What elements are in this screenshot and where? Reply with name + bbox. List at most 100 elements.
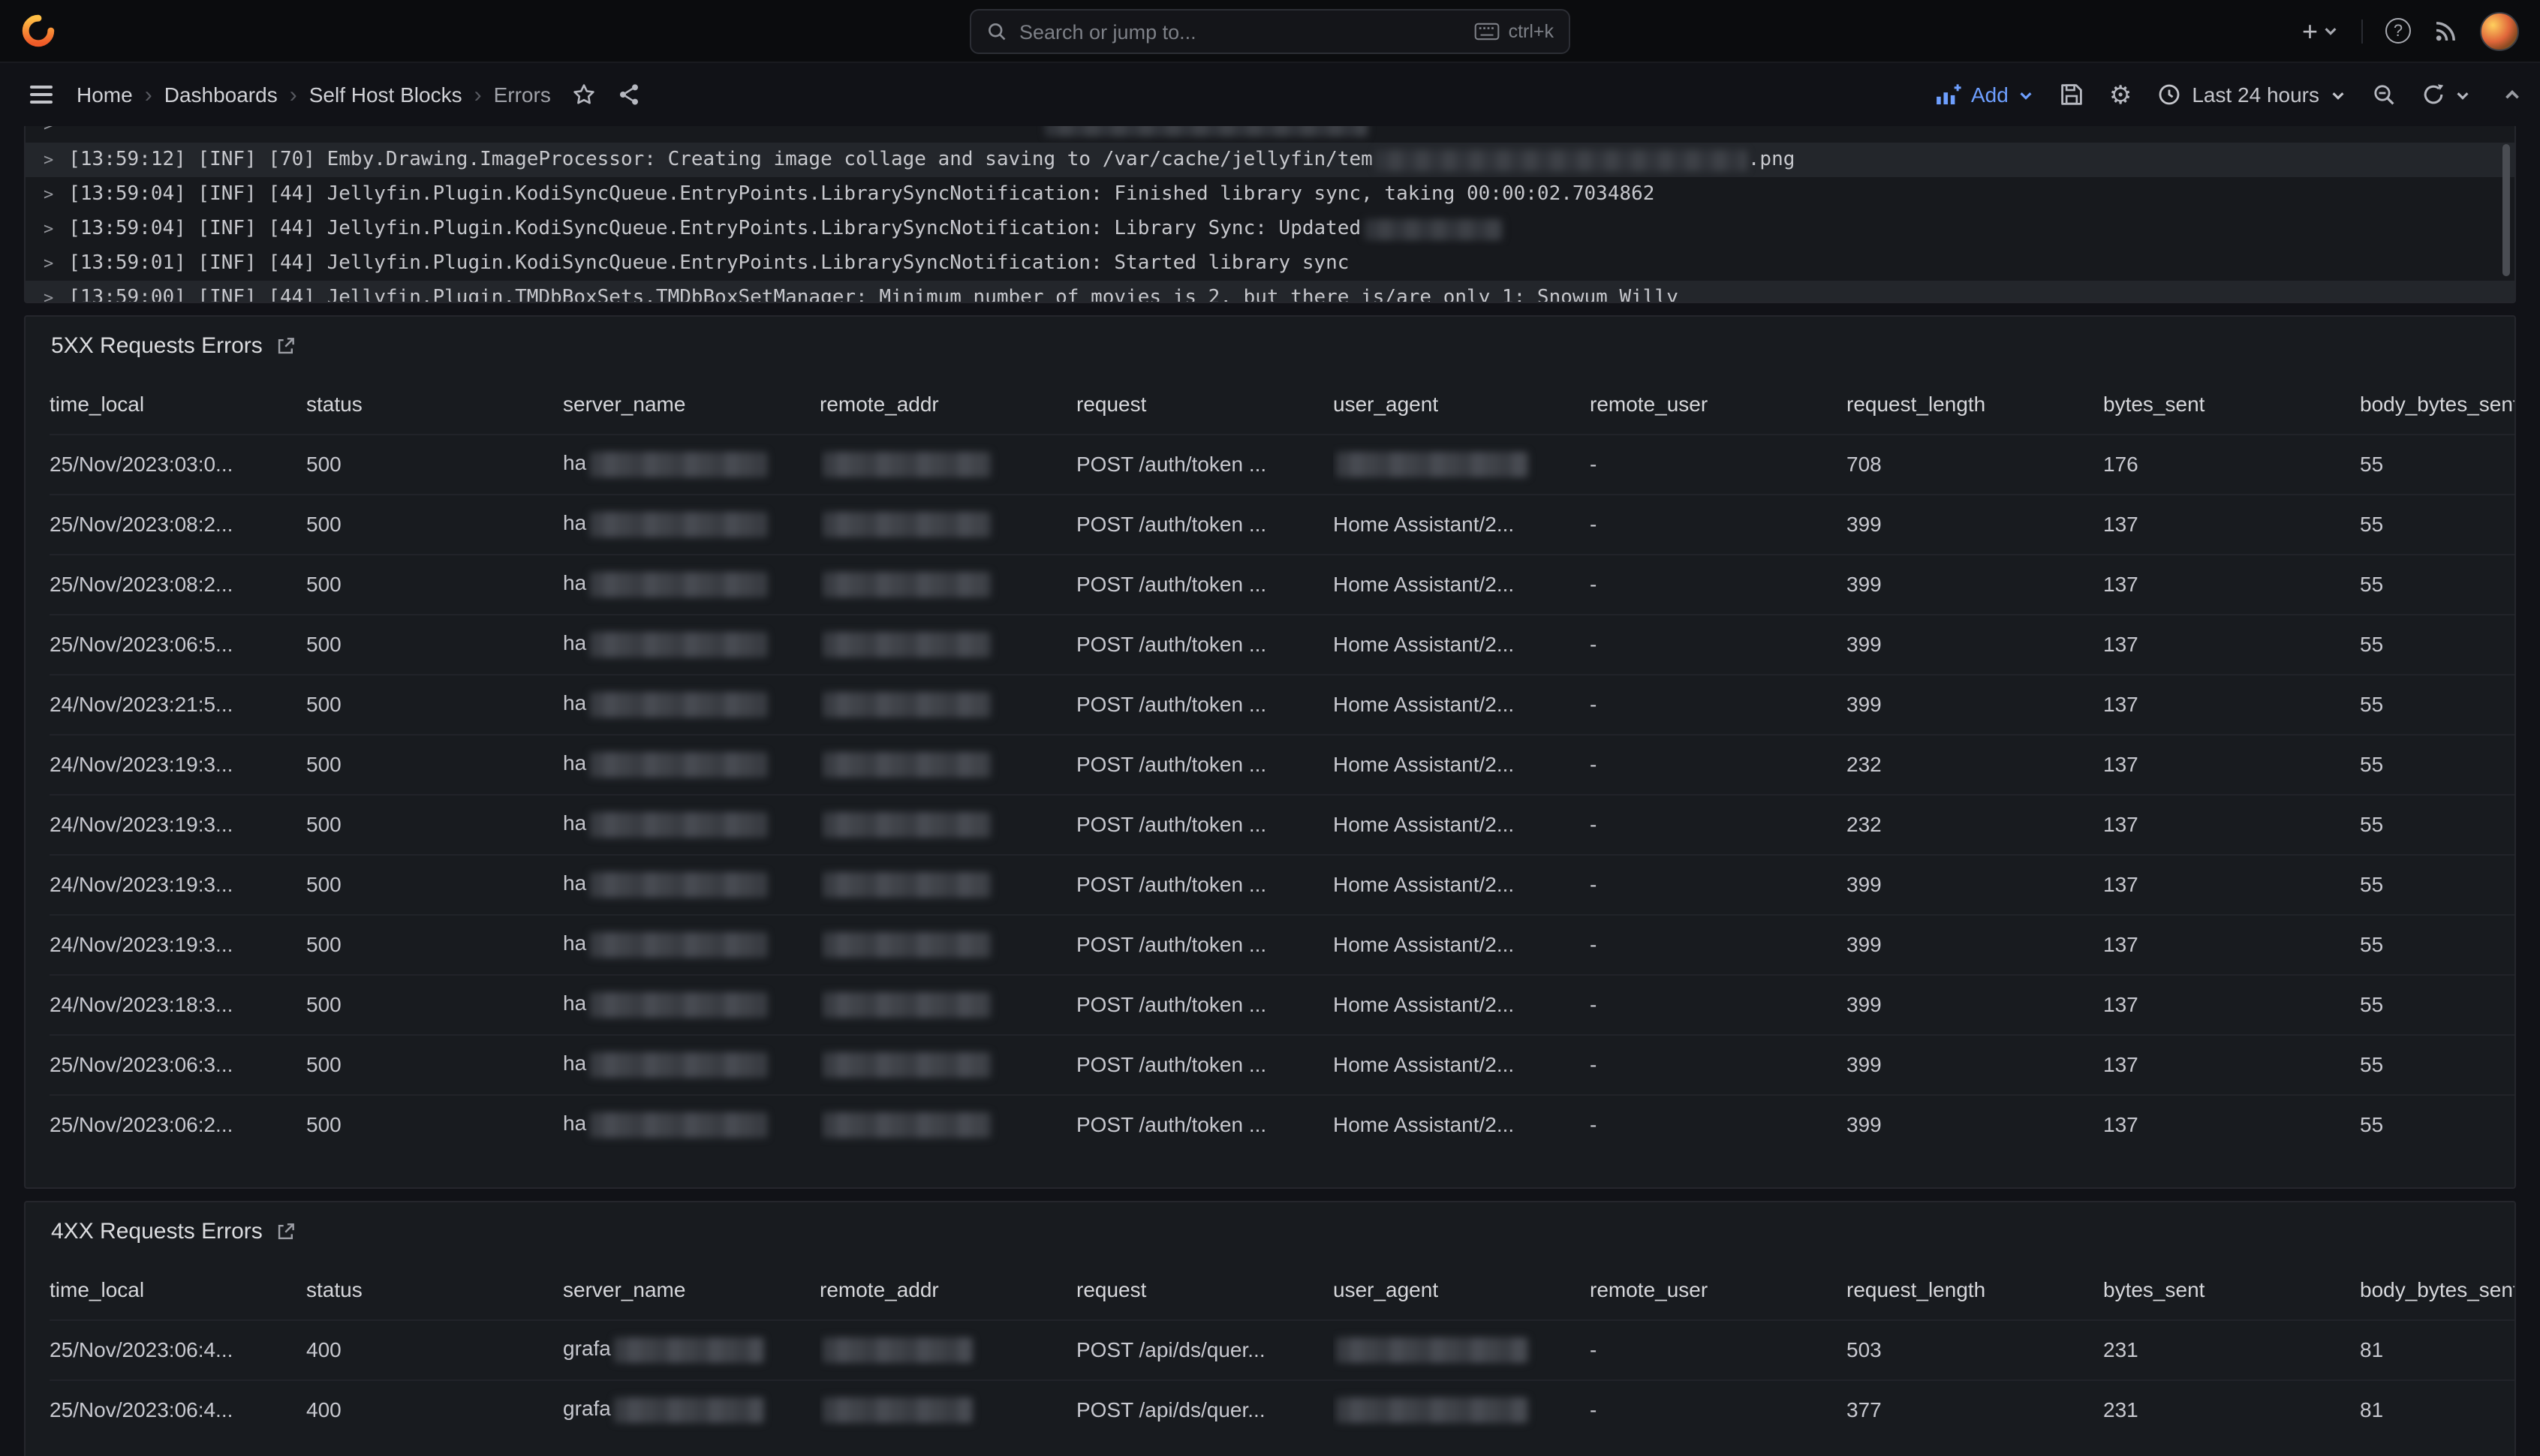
- refresh-interval-dropdown[interactable]: [2454, 86, 2471, 103]
- zoom-out-button[interactable]: [2372, 83, 2396, 107]
- chevron-right-icon[interactable]: >: [44, 185, 53, 204]
- table-cell: 55: [2360, 494, 2514, 554]
- table-cell: ha: [563, 1094, 820, 1154]
- table-cell: 399: [1846, 974, 2103, 1034]
- log-text: [13:59:04] [INF] [44] Jellyfin.Plugin.Ko…: [68, 218, 1361, 240]
- table-cell: Home Assistant/2...: [1333, 734, 1590, 794]
- table-cell: POST /auth/token ...: [1076, 854, 1333, 914]
- chevron-down-icon: [2018, 86, 2034, 103]
- panel-title[interactable]: 5XX Requests Errors: [51, 332, 263, 358]
- new-dropdown-button[interactable]: +: [2302, 17, 2339, 44]
- chevron-right-icon: ›: [290, 82, 297, 107]
- redacted-text: [589, 1112, 766, 1138]
- table-row: 25/Nov/2023:08:2...500haPOST /auth/token…: [50, 494, 2514, 554]
- column-header[interactable]: user_agent: [1333, 1259, 1590, 1319]
- column-header[interactable]: remote_user: [1590, 1259, 1846, 1319]
- table-row: 24/Nov/2023:19:3...500haPOST /auth/token…: [50, 734, 2514, 794]
- star-icon: [572, 83, 596, 107]
- chevron-right-icon[interactable]: >: [44, 254, 53, 273]
- column-header[interactable]: body_bytes_sent: [2360, 374, 2514, 434]
- panel-title[interactable]: 4XX Requests Errors: [51, 1218, 263, 1244]
- table-cell: Home Assistant/2...: [1333, 614, 1590, 674]
- refresh-button[interactable]: [2421, 83, 2445, 107]
- column-header[interactable]: request: [1076, 374, 1333, 434]
- column-header[interactable]: request_length: [1846, 374, 2103, 434]
- table-cell: 25/Nov/2023:08:2...: [50, 554, 306, 614]
- external-link-icon[interactable]: [276, 1221, 296, 1241]
- table-cell: 500: [306, 914, 563, 974]
- log-line[interactable]: >[13:59:00] [INF] [44] Jellyfin.Plugin.T…: [26, 281, 2514, 303]
- log-line[interactable]: >: [26, 126, 2514, 143]
- chevron-right-icon[interactable]: >: [44, 219, 53, 239]
- column-header[interactable]: status: [306, 1259, 563, 1319]
- search-input[interactable]: ctrl+k: [970, 9, 1570, 54]
- time-range-label: Last 24 hours: [2192, 83, 2319, 107]
- table-cell: -: [1590, 914, 1846, 974]
- breadcrumb-current: Errors: [494, 83, 551, 107]
- log-line[interactable]: >[13:59:12] [INF] [70] Emby.Drawing.Imag…: [26, 143, 2514, 177]
- column-header[interactable]: remote_addr: [820, 374, 1076, 434]
- add-panel-button[interactable]: Add: [1935, 83, 2034, 107]
- table-cell: [820, 674, 1076, 734]
- column-header[interactable]: request_length: [1846, 1259, 2103, 1319]
- cell-text: ha: [563, 630, 586, 654]
- column-header[interactable]: body_bytes_sent: [2360, 1259, 2514, 1319]
- help-button[interactable]: ?: [2385, 18, 2411, 44]
- table-header-row: time_localstatusserver_nameremote_addrre…: [50, 1259, 2514, 1319]
- redacted-text: [614, 1397, 764, 1423]
- panel-header[interactable]: 5XX Requests Errors: [26, 317, 2514, 374]
- log-line[interactable]: > [13:59:04] [INF] [44] Jellyfin.Plugin.K…: [26, 212, 2514, 246]
- collapse-toolbar-button[interactable]: [2502, 85, 2522, 104]
- chevron-right-icon[interactable]: >: [44, 126, 53, 135]
- table-wrap: time_localstatusserver_nameremote_addrre…: [50, 1259, 2514, 1456]
- column-header[interactable]: bytes_sent: [2103, 1259, 2360, 1319]
- cell-text: ha: [563, 871, 586, 895]
- table-cell: Home Assistant/2...: [1333, 674, 1590, 734]
- column-header[interactable]: remote_user: [1590, 374, 1846, 434]
- column-header[interactable]: status: [306, 374, 563, 434]
- share-button[interactable]: [617, 83, 641, 107]
- column-header[interactable]: server_name: [563, 374, 820, 434]
- table-row: 24/Nov/2023:19:3...500haPOST /auth/token…: [50, 794, 2514, 854]
- save-dashboard-button[interactable]: [2060, 83, 2084, 107]
- column-header[interactable]: time_local: [50, 1259, 306, 1319]
- table-cell: 137: [2103, 914, 2360, 974]
- table-cell: [820, 1034, 1076, 1094]
- column-header[interactable]: remote_addr: [820, 1259, 1076, 1319]
- news-button[interactable]: [2433, 19, 2457, 43]
- table-cell: ha: [563, 434, 820, 494]
- redacted-text: [589, 512, 766, 537]
- logs-scrollbar[interactable]: [2502, 144, 2510, 276]
- chevron-right-icon[interactable]: >: [44, 150, 53, 170]
- table-cell: 25/Nov/2023:06:2...: [50, 1094, 306, 1154]
- table-row: 24/Nov/2023:18:3...500haPOST /auth/token…: [50, 974, 2514, 1034]
- search-field[interactable]: [1019, 20, 1462, 43]
- menu-icon[interactable]: [18, 74, 65, 116]
- dashboard-settings-button[interactable]: ⚙: [2109, 82, 2132, 107]
- log-line[interactable]: >[13:59:01] [INF] [44] Jellyfin.Plugin.K…: [26, 246, 2514, 281]
- table-row: 25/Nov/2023:03:0...500haPOST /auth/token…: [50, 434, 2514, 494]
- breadcrumb-dashboards[interactable]: Dashboards: [164, 83, 278, 107]
- chevron-right-icon[interactable]: >: [44, 288, 53, 303]
- column-header[interactable]: bytes_sent: [2103, 374, 2360, 434]
- column-header[interactable]: user_agent: [1333, 374, 1590, 434]
- cell-text: ha: [563, 811, 586, 835]
- breadcrumb-home[interactable]: Home: [77, 83, 133, 107]
- table-cell: 55: [2360, 734, 2514, 794]
- column-header[interactable]: server_name: [563, 1259, 820, 1319]
- table-cell: Home Assistant/2...: [1333, 794, 1590, 854]
- table-cell: 137: [2103, 494, 2360, 554]
- table-header-row: time_localstatusserver_nameremote_addrre…: [50, 374, 2514, 434]
- avatar[interactable]: [2480, 11, 2519, 50]
- log-line[interactable]: >[13:59:04] [INF] [44] Jellyfin.Plugin.K…: [26, 177, 2514, 212]
- table-cell: 24/Nov/2023:19:3...: [50, 734, 306, 794]
- grafana-logo-icon[interactable]: [21, 14, 56, 48]
- external-link-icon[interactable]: [276, 335, 296, 355]
- table-cell: 24/Nov/2023:19:3...: [50, 914, 306, 974]
- breadcrumb-folder[interactable]: Self Host Blocks: [309, 83, 462, 107]
- column-header[interactable]: request: [1076, 1259, 1333, 1319]
- column-header[interactable]: time_local: [50, 374, 306, 434]
- favorite-button[interactable]: [572, 83, 596, 107]
- time-range-picker[interactable]: Last 24 hours: [2157, 83, 2346, 107]
- panel-header[interactable]: 4XX Requests Errors: [26, 1202, 2514, 1259]
